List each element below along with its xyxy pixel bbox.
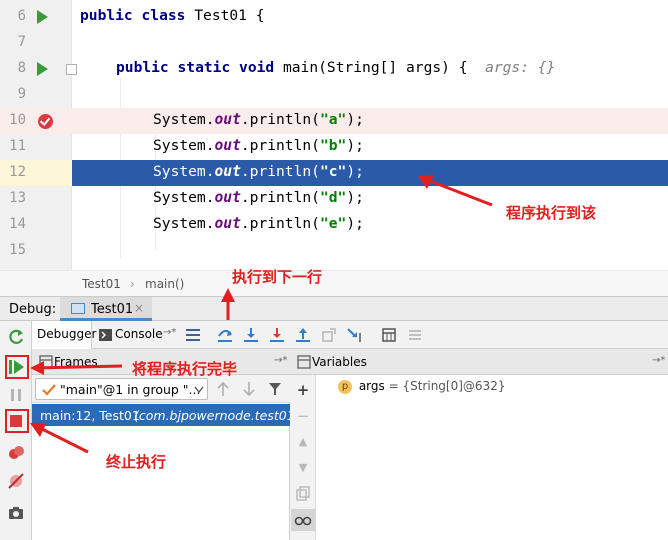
arrow-exec-here — [424, 177, 493, 207]
annotation-step-over: 执行到下一行 — [232, 268, 323, 286]
annotation-exec-here: 程序执行到该 — [506, 204, 597, 222]
arrow-head — [30, 361, 44, 375]
annotation-stop: 终止执行 — [106, 453, 167, 471]
arrow-head — [221, 288, 235, 302]
annotation-resume: 将程序执行完毕 — [132, 360, 238, 378]
arrow-resume — [33, 364, 123, 370]
annotation-arrows — [30, 175, 493, 454]
